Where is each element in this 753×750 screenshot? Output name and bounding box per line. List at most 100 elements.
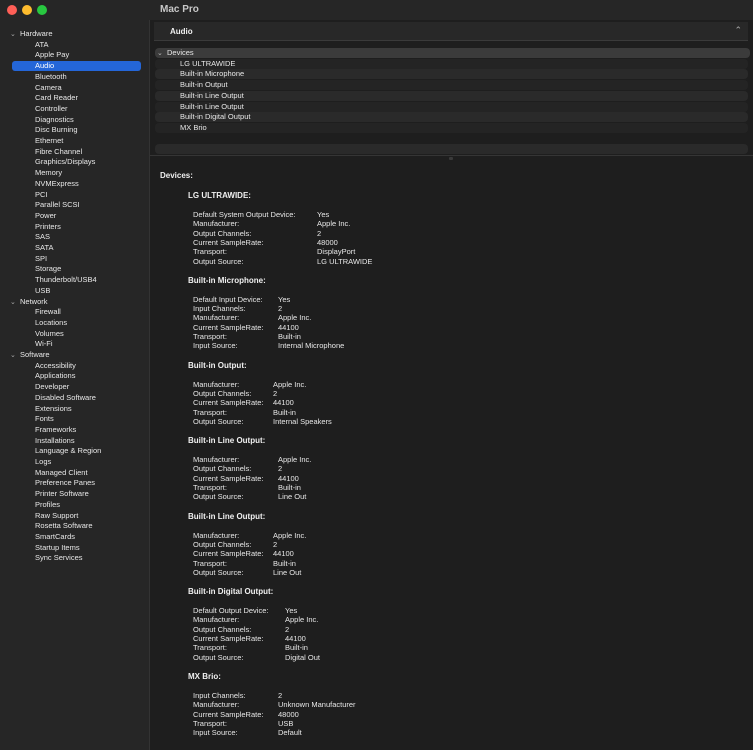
zoom-window-button[interactable] [37, 5, 47, 15]
device-heading: MX Brio: [188, 671, 221, 681]
tree-row-built-in-microphone[interactable]: Built-in Microphone [155, 69, 748, 80]
sidebar-item-language-region[interactable]: Language & Region [12, 446, 141, 456]
sidebar-item-disabled-software[interactable]: Disabled Software [12, 393, 141, 403]
tree-row-mx-brio[interactable]: MX Brio [155, 122, 748, 133]
sidebar-item-printers[interactable]: Printers [12, 222, 141, 232]
property-label: Transport: [193, 643, 227, 653]
sidebar-item-sata[interactable]: SATA [12, 243, 141, 253]
disclosure-chevron-icon[interactable]: ⌄ [10, 298, 20, 308]
sidebar-item-wi-fi[interactable]: Wi-Fi [12, 339, 141, 349]
tree-row-label: Devices [167, 48, 194, 57]
sidebar-item-developer[interactable]: Developer [12, 382, 141, 392]
tree-row-built-in-output[interactable]: Built-in Output [155, 80, 748, 91]
sidebar-item-managed-client[interactable]: Managed Client [12, 468, 141, 478]
sidebar-item-startup-items[interactable]: Startup Items [12, 543, 141, 553]
tree-row-lg-ultrawide[interactable]: LG ULTRAWIDE [155, 58, 748, 69]
sidebar-item-storage[interactable]: Storage [12, 264, 141, 274]
sidebar-item-fibre-channel[interactable]: Fibre Channel [12, 147, 141, 157]
sidebar-item-usb[interactable]: USB [12, 286, 141, 296]
sidebar-item-graphics-displays[interactable]: Graphics/Displays [12, 157, 141, 167]
property-value: Apple Inc. [278, 455, 312, 465]
property-value: Unknown Manufacturer [278, 700, 356, 710]
property-label: Output Channels: [193, 228, 252, 238]
sidebar-item-preference-panes[interactable]: Preference Panes [12, 478, 141, 488]
sidebar-item-pci[interactable]: PCI [12, 190, 141, 200]
sort-caret-icon[interactable]: ⌃ [734, 25, 742, 36]
property-value: Internal Microphone [278, 341, 345, 351]
property-label: Transport: [193, 558, 227, 568]
tree-row-built-in-line-output[interactable]: Built-in Line Output [155, 101, 748, 112]
property-label: Output Source: [193, 492, 244, 502]
sidebar-item-disc-burning[interactable]: Disc Burning [12, 125, 141, 135]
property-label: Output Channels: [193, 539, 252, 549]
sidebar-item-rosetta-software[interactable]: Rosetta Software [12, 521, 141, 531]
property-label: Default Input Device: [193, 294, 263, 304]
property-value: Apple Inc. [285, 615, 319, 625]
disclosure-chevron-icon[interactable]: ⌄ [157, 49, 167, 59]
sidebar-item-apple-pay[interactable]: Apple Pay [12, 50, 141, 60]
sidebar-item-power[interactable]: Power [12, 211, 141, 221]
column-header[interactable]: Audio ⌃ [154, 22, 748, 41]
property-value: Built-in [278, 483, 301, 492]
sidebar-item-fonts[interactable]: Fonts [12, 414, 141, 424]
sidebar-item-locations[interactable]: Locations [12, 318, 141, 328]
device-heading: Built-in Output: [188, 360, 247, 370]
disclosure-chevron-icon[interactable]: ⌄ [10, 30, 20, 40]
column-header-label: Audio [170, 27, 193, 36]
property-label: Input Source: [193, 728, 238, 738]
property-value: Line Out [273, 567, 302, 577]
property-label: Output Source: [193, 256, 244, 266]
sidebar-item-ata[interactable]: ATA [12, 40, 141, 50]
property-value: Digital Out [285, 652, 321, 662]
sidebar-item-extensions[interactable]: Extensions [12, 404, 141, 414]
sidebar-item-diagnostics[interactable]: Diagnostics [12, 115, 141, 125]
property-value: 48000 [317, 237, 338, 247]
sidebar-item-sas[interactable]: SAS [12, 232, 141, 242]
property-label: Transport: [193, 718, 227, 728]
property-value: 2 [278, 464, 283, 474]
property-value: 44100 [273, 549, 294, 559]
property-value: Yes [278, 294, 291, 304]
property-value: Yes [317, 210, 330, 219]
sidebar-item-raw-support[interactable]: Raw Support [12, 511, 141, 521]
sidebar-item-controller[interactable]: Controller [12, 104, 141, 114]
sidebar-item-nvmexpress[interactable]: NVMExpress [12, 179, 141, 189]
device-heading: Built-in Microphone: [188, 275, 266, 285]
sidebar-item-memory[interactable]: Memory [12, 168, 141, 178]
sidebar-item-applications[interactable]: Applications [12, 371, 141, 381]
sidebar-item-frameworks[interactable]: Frameworks [12, 425, 141, 435]
sidebar-item-audio[interactable]: Audio [12, 61, 141, 72]
sidebar-item-parallel-scsi[interactable]: Parallel SCSI [12, 200, 141, 210]
sidebar-item-thunderbolt-usb4[interactable]: Thunderbolt/USB4 [12, 275, 141, 285]
sidebar-item-smartcards[interactable]: SmartCards [12, 532, 141, 542]
sidebar-item-accessibility[interactable]: Accessibility [12, 361, 141, 371]
sidebar-item-bluetooth[interactable]: Bluetooth [12, 72, 141, 82]
tree-row-devices[interactable]: ⌄ Devices [155, 48, 750, 58]
sidebar-category-hardware[interactable]: ⌄ Hardware [10, 29, 139, 39]
sidebar-item-printer-software[interactable]: Printer Software [12, 489, 141, 499]
property-value: Apple Inc. [278, 313, 312, 323]
sidebar-item-firewall[interactable]: Firewall [12, 307, 141, 317]
sidebar-category-network[interactable]: ⌄ Network [10, 297, 139, 307]
property-label: Output Channels: [193, 388, 252, 398]
close-window-button[interactable] [7, 5, 17, 15]
minimize-window-button[interactable] [22, 5, 32, 15]
property-value: 2 [317, 228, 322, 238]
sidebar-item-installations[interactable]: Installations [12, 436, 141, 446]
sidebar-item-spi[interactable]: SPI [12, 254, 141, 264]
property-value: Built-in [285, 643, 308, 653]
sidebar-item-card-reader[interactable]: Card Reader [12, 93, 141, 103]
property-value: LG ULTRAWIDE [317, 256, 373, 266]
sidebar-item-sync-services[interactable]: Sync Services [12, 553, 141, 563]
sidebar-item-logs[interactable]: Logs [12, 457, 141, 467]
tree-row-built-in-line-output[interactable]: Built-in Line Output [155, 90, 748, 101]
sidebar-item-profiles[interactable]: Profiles [12, 500, 141, 510]
sidebar-item-camera[interactable]: Camera [12, 83, 141, 93]
sidebar-category-software[interactable]: ⌄ Software [10, 350, 139, 360]
sidebar-item-ethernet[interactable]: Ethernet [12, 136, 141, 146]
property-label: Input Channels: [193, 304, 246, 314]
tree-row-built-in-digital-output[interactable]: Built-in Digital Output [155, 112, 748, 123]
property-label: Transport: [193, 332, 227, 341]
sidebar-item-volumes[interactable]: Volumes [12, 329, 141, 339]
disclosure-chevron-icon[interactable]: ⌄ [10, 351, 20, 361]
